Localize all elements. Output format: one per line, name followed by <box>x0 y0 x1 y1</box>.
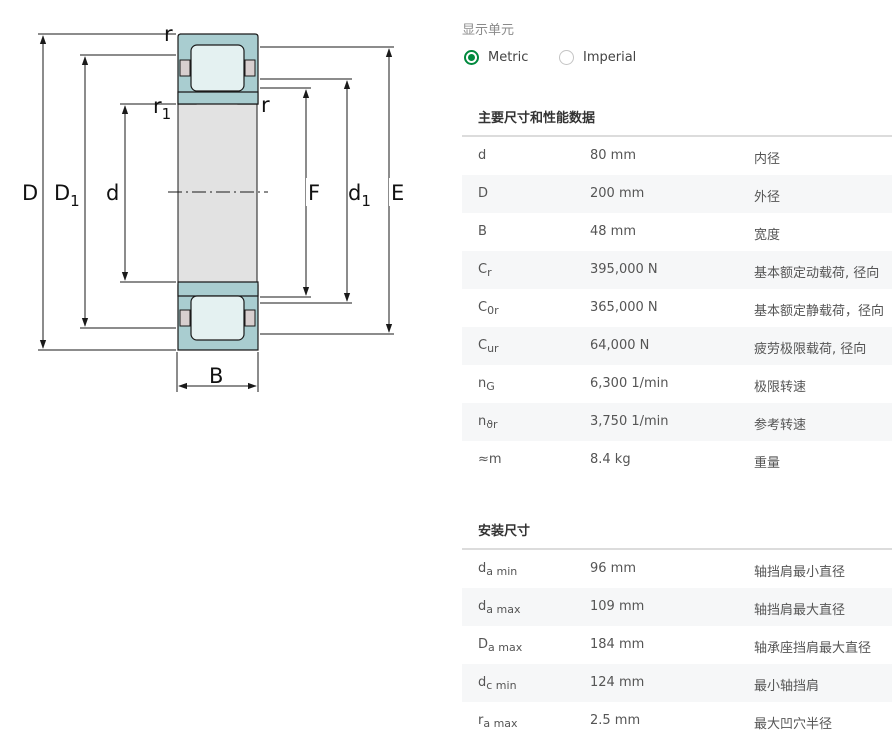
parameter-value: 8.4 kg <box>590 452 631 467</box>
parameter-value: 96 mm <box>590 561 637 576</box>
label-r-top: r <box>164 22 173 46</box>
table-row: B 48 mm 宽度 <box>462 213 892 251</box>
parameter-symbol: Cr <box>478 262 492 279</box>
label-B: B <box>209 364 223 388</box>
parameter-value: 395,000 N <box>590 262 658 277</box>
parameter-description: 基本额定静载荷，径向 <box>754 304 885 319</box>
parameter-description: 轴挡肩最大直径 <box>754 603 846 618</box>
parameter-description: 最小轴挡肩 <box>754 679 820 694</box>
parameter-value: 2.5 mm <box>590 713 641 728</box>
parameter-value: 200 mm <box>590 186 645 201</box>
parameter-symbol: B <box>478 224 487 239</box>
parameter-symbol: ra max <box>478 713 518 730</box>
radio-metric[interactable]: Metric <box>464 47 528 67</box>
table-row: D 200 mm 外径 <box>462 175 892 213</box>
units-title: 显示单元 <box>462 23 515 38</box>
cage-top-right <box>244 59 256 77</box>
label-D: D <box>22 181 38 205</box>
roller-bottom <box>190 295 245 341</box>
parameter-symbol: d <box>478 148 487 163</box>
cage-bottom-right <box>244 309 256 327</box>
section-title-mounting-dimensions: 安装尺寸 <box>478 524 531 539</box>
table-row: nG 6,300 1/min 极限转速 <box>462 365 892 403</box>
table-row: nϑr 3,750 1/min 参考转速 <box>462 403 892 441</box>
table-row: d 80 mm 内径 <box>462 137 892 175</box>
table-row: dc min 124 mm 最小轴挡肩 <box>462 664 892 702</box>
parameter-description: 参考转速 <box>754 418 807 433</box>
parameter-description: 极限转速 <box>754 380 807 395</box>
label-d: d <box>106 181 119 205</box>
parameter-symbol: dc min <box>478 675 517 692</box>
parameter-value: 64,000 N <box>590 338 650 353</box>
table-row: ra max 2.5 mm 最大凹穴半径 <box>462 702 892 740</box>
radio-checked-icon <box>464 49 479 65</box>
label-E: E <box>391 181 404 205</box>
inner-ring-bottom <box>177 281 259 297</box>
parameter-symbol: nϑr <box>478 414 498 431</box>
bearing-cross-section-drawing: D D1 d F d1 E B r r r1 <box>20 22 409 392</box>
label-F: F <box>308 181 320 205</box>
parameter-description: 内径 <box>754 152 781 167</box>
parameter-description: 轴挡肩最小直径 <box>754 565 846 580</box>
radio-imperial-label: Imperial <box>583 49 637 65</box>
mounting-dimensions-table: da min 96 mm 轴挡肩最小直径 da max 109 mm 轴挡肩最大直径 Da … <box>462 550 892 740</box>
parameter-value: 184 mm <box>590 637 645 652</box>
table-row: C0r 365,000 N 基本额定静载荷，径向 <box>462 289 892 327</box>
table-row: da max 109 mm 轴挡肩最大直径 <box>462 588 892 626</box>
parameter-symbol: da min <box>478 561 518 578</box>
parameter-description: 基本额定动载荷, 径向 <box>754 266 880 281</box>
parameter-symbol: ≈m <box>478 452 502 467</box>
label-r-right: r <box>261 93 270 117</box>
cage-bottom-left <box>179 309 191 327</box>
parameter-symbol: Cur <box>478 338 499 355</box>
section-title-main-dimensions: 主要尺寸和性能数据 <box>478 111 596 126</box>
parameter-value: 48 mm <box>590 224 637 239</box>
parameter-description: 重量 <box>754 456 781 471</box>
label-r1: r1 <box>153 94 171 123</box>
radio-imperial[interactable]: Imperial <box>559 47 636 67</box>
parameter-value: 109 mm <box>590 599 645 614</box>
parameter-description: 宽度 <box>754 228 781 243</box>
radio-unchecked-icon <box>559 49 574 65</box>
parameter-symbol: da max <box>478 599 521 616</box>
table-row: Cr 395,000 N 基本额定动载荷, 径向 <box>462 251 892 289</box>
main-dimensions-table: d 80 mm 内径 D 200 mm 外径 B 48 mm 宽度 Cr 395,000 N 基本额定… <box>462 137 892 479</box>
parameter-symbol: C0r <box>478 300 499 317</box>
parameter-description: 疲劳极限载荷, 径向 <box>754 342 867 357</box>
parameter-description: 轴承座挡肩最大直径 <box>754 641 872 656</box>
parameter-value: 3,750 1/min <box>590 414 669 429</box>
roller-top <box>190 44 245 92</box>
parameter-value: 6,300 1/min <box>590 376 669 391</box>
parameter-value: 365,000 N <box>590 300 658 315</box>
parameter-symbol: Da max <box>478 637 523 654</box>
table-row: Cur 64,000 N 疲劳极限载荷, 径向 <box>462 327 892 365</box>
bearing-bore-area <box>177 95 258 287</box>
parameter-symbol: D <box>478 186 489 201</box>
parameter-value: 80 mm <box>590 148 637 163</box>
parameter-description: 外径 <box>754 190 781 205</box>
table-row: Da max 184 mm 轴承座挡肩最大直径 <box>462 626 892 664</box>
parameter-description: 最大凹穴半径 <box>754 717 833 732</box>
table-row: ≈m 8.4 kg 重量 <box>462 441 892 479</box>
inner-ring-top <box>177 91 259 105</box>
parameter-value: 124 mm <box>590 675 645 690</box>
cage-top-left <box>179 59 191 77</box>
parameter-symbol: nG <box>478 376 495 393</box>
table-row: da min 96 mm 轴挡肩最小直径 <box>462 550 892 588</box>
radio-metric-label: Metric <box>488 49 529 65</box>
